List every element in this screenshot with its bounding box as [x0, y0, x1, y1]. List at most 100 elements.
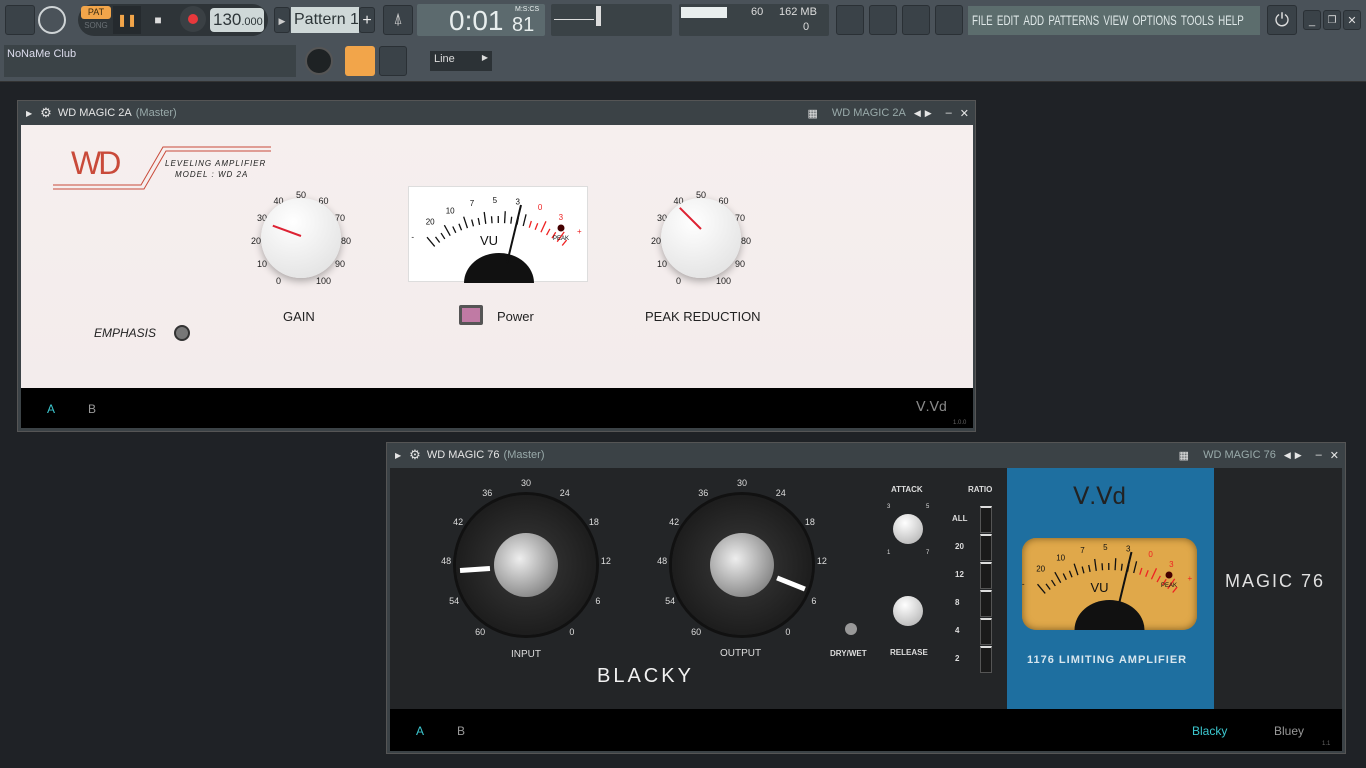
ratio-button[interactable] [980, 562, 992, 589]
vu-tick [471, 219, 475, 227]
menu-tools[interactable]: TOOLS [1181, 12, 1214, 29]
preset-a-button[interactable]: A [47, 402, 55, 416]
input-knob[interactable] [456, 495, 596, 635]
ratio-button[interactable] [980, 646, 992, 673]
menu-patterns[interactable]: PATTERNS [1048, 12, 1099, 29]
restore-button[interactable]: ❐ [1323, 10, 1341, 30]
window-title-bar[interactable]: ▶ ⚙ WD MAGIC 2A (Master) ▦ WD MAGIC 2A ◀ ▶… [18, 101, 975, 125]
tempo-field[interactable]: 130.000 [210, 8, 264, 32]
attack-knob[interactable] [893, 514, 923, 544]
power-button[interactable] [459, 305, 483, 325]
vu-panel: ᐯ.ᐯd - 20 10 7 5 3 0 3 + VU PEAK 1176 LIMITING AMP… [1007, 468, 1214, 709]
version-label: 1.1 [1322, 741, 1331, 747]
next-preset-icon[interactable]: ▶ [1295, 450, 1302, 461]
vu-scale-label: 3 [516, 197, 521, 206]
metronome-icon[interactable]: ⍋ [383, 5, 413, 35]
ratio-button[interactable] [980, 506, 992, 533]
window-menu-arrow-icon[interactable]: ▶ [395, 451, 401, 460]
vu-tick [528, 220, 532, 228]
scale-label: 12 [816, 555, 827, 566]
skin-bluey-button[interactable]: Bluey [1274, 724, 1304, 738]
vu-tick [534, 223, 539, 231]
peak-led [557, 224, 565, 232]
menu-edit[interactable]: EDIT [997, 12, 1019, 29]
vu-tick [1114, 558, 1117, 571]
vu-scale-label: 20 [426, 218, 435, 227]
gain-knob[interactable] [261, 198, 341, 278]
piano-roll-icon[interactable] [869, 5, 897, 35]
step-edit-icon[interactable] [379, 46, 407, 76]
main-pitch-knob[interactable] [305, 47, 333, 75]
power-icon[interactable]: ⏻ [1267, 5, 1297, 35]
preset-b-button[interactable]: B [457, 724, 465, 738]
main-menu: FILE EDIT ADD PATTERNS VIEW OPTIONS TOOLS HELP [968, 6, 1260, 35]
peak-reduction-knob[interactable] [661, 198, 741, 278]
gear-icon[interactable]: ⚙ [409, 447, 421, 463]
emphasis-knob[interactable] [174, 325, 190, 341]
vu-scale-label: 0 [538, 203, 543, 212]
browser-icon[interactable] [5, 5, 35, 35]
close-window-icon[interactable]: ✕ [960, 107, 969, 120]
footer-bar: A B Blacky Bluey 1.1 [390, 709, 1342, 751]
window-menu-arrow-icon[interactable]: ▶ [26, 109, 32, 118]
song-mode-button[interactable]: SONG [81, 21, 111, 33]
prev-preset-icon[interactable]: ◀ [914, 108, 921, 119]
product-name: MAGIC 76 [1225, 571, 1326, 591]
output-knob[interactable] [672, 495, 812, 635]
preset-a-button[interactable]: A [416, 724, 424, 738]
scale-label: 54 [449, 595, 460, 606]
minimize-window-icon[interactable]: – [1316, 449, 1322, 461]
window-title-bar[interactable]: ▶ ⚙ WD MAGIC 76 (Master) ▦ WD MAGIC 76 ◀ ▶… [387, 443, 1345, 467]
vu-label: VU [1090, 580, 1108, 595]
peak-led [1165, 571, 1173, 579]
minimize-window-icon[interactable]: – [946, 107, 952, 119]
record-button[interactable] [180, 6, 206, 32]
menu-options[interactable]: OPTIONS [1133, 12, 1177, 29]
time-display[interactable]: 0:01 81 M:S:CS [417, 4, 545, 36]
blacky-brand-label: BLACKY [597, 665, 694, 687]
pattern-prev-button[interactable]: ▶ [274, 7, 290, 33]
presets-grid-icon[interactable]: ▦ [807, 107, 817, 120]
typing-keyboard-icon[interactable] [345, 46, 375, 76]
close-app-button[interactable]: ✕ [1343, 10, 1361, 30]
ratio-button[interactable] [980, 618, 992, 645]
vu-scale-label: 10 [1056, 553, 1065, 562]
menu-help[interactable]: HELP [1218, 12, 1244, 29]
next-preset-icon[interactable]: ▶ [925, 108, 932, 119]
menu-view[interactable]: VIEW [1103, 12, 1128, 29]
vu-tick [477, 217, 481, 226]
master-pitch-slider[interactable] [596, 6, 601, 26]
vu-tick [1045, 583, 1051, 590]
pattern-selector[interactable]: Pattern 1 [291, 7, 359, 33]
preset-b-button[interactable]: B [88, 402, 96, 416]
vu-scale-label: 5 [493, 196, 498, 205]
scale-label: 90 [734, 259, 745, 269]
scale-label: 48 [441, 555, 452, 566]
presets-grid-icon[interactable]: ▦ [1179, 449, 1189, 462]
dry-wet-knob[interactable] [845, 623, 857, 635]
pause-button[interactable]: ❚❚ [113, 6, 141, 34]
add-pattern-button[interactable]: + [359, 7, 375, 33]
wd-logo-text: WD [71, 145, 121, 181]
ratio-button[interactable] [980, 534, 992, 561]
vu-tick [510, 216, 513, 224]
snap-selector[interactable]: Line ▶ [430, 51, 492, 71]
menu-file[interactable]: FILE [972, 12, 993, 29]
prev-preset-icon[interactable]: ◀ [1284, 450, 1291, 461]
release-knob[interactable] [893, 596, 923, 626]
minimize-button[interactable]: _ [1303, 10, 1321, 30]
master-volume-knob[interactable] [38, 6, 66, 34]
gear-icon[interactable]: ⚙ [40, 105, 52, 121]
attack-scale-3: 3 [887, 504, 891, 510]
channel-rack-icon[interactable] [935, 5, 963, 35]
close-window-icon[interactable]: ✕ [1330, 449, 1339, 462]
menu-add[interactable]: ADD [1023, 12, 1044, 29]
scale-label: 18 [804, 516, 815, 527]
vu-needle [1116, 551, 1133, 611]
ratio-button[interactable] [980, 590, 992, 617]
stop-button[interactable]: ■ [144, 6, 172, 34]
pat-mode-button[interactable]: PAT [81, 6, 111, 19]
mixer-icon[interactable] [902, 5, 930, 35]
skin-blacky-button[interactable]: Blacky [1192, 724, 1227, 738]
playlist-icon[interactable] [836, 5, 864, 35]
